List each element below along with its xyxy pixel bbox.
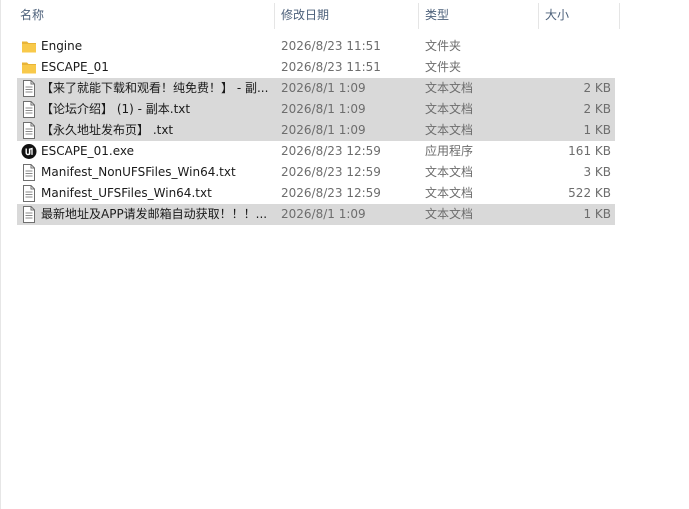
file-name: ESCAPE_01 — [41, 60, 109, 74]
file-type: 文本文档 — [425, 102, 474, 116]
file-type: 文本文档 — [425, 81, 474, 95]
file-row[interactable]: ESCAPE_01.exe 2026/8/23 12:59 应用程序 161 KB — [0, 141, 620, 162]
column-header-name[interactable]: 名称 ^ — [14, 0, 275, 31]
file-modified-date: 2026/8/23 12:59 — [281, 165, 381, 179]
file-type: 文本文档 — [425, 186, 474, 200]
file-size: 2 KB — [583, 81, 611, 95]
file-modified-date: 2026/8/23 11:51 — [281, 39, 381, 53]
column-header-date-label: 修改日期 — [281, 8, 330, 22]
column-header-type[interactable]: 类型 — [419, 0, 539, 31]
file-size: 522 KB — [568, 186, 611, 200]
unreal-engine-icon — [21, 143, 37, 160]
folder-icon — [21, 59, 37, 76]
file-size: 2 KB — [583, 102, 611, 116]
file-row[interactable]: ESCAPE_01 2026/8/23 11:51 文件夹 — [0, 57, 620, 78]
file-size: 161 KB — [568, 144, 611, 158]
sort-ascending-icon: ^ — [140, 0, 150, 7]
file-modified-date: 2026/8/1 1:09 — [281, 123, 366, 137]
file-type: 应用程序 — [425, 144, 474, 158]
file-row[interactable]: 【来了就能下载和观看！纯免费！】 - 副... 2026/8/1 1:09 文本文档… — [0, 78, 620, 99]
column-header-size[interactable]: 大小 — [539, 0, 620, 31]
column-divider[interactable] — [619, 3, 620, 29]
file-modified-date: 2026/8/23 12:59 — [281, 186, 381, 200]
file-size: 3 KB — [583, 165, 611, 179]
column-header-date[interactable]: 修改日期 — [275, 0, 419, 31]
file-size: 1 KB — [583, 123, 611, 137]
file-modified-date: 2026/8/23 11:51 — [281, 60, 381, 74]
folder-icon — [21, 38, 37, 55]
text-file-icon — [21, 185, 37, 202]
file-name: Manifest_NonUFSFiles_Win64.txt — [41, 165, 236, 179]
file-name: 【永久地址发布页】 .txt — [41, 123, 174, 137]
file-row[interactable]: 【永久地址发布页】 .txt 2026/8/1 1:09 文本文档 1 KB — [0, 120, 620, 141]
file-name: 最新地址及APP请发邮箱自动获取！！！... — [41, 207, 268, 221]
column-header-type-label: 类型 — [425, 8, 450, 22]
text-file-icon — [21, 101, 37, 118]
column-header-name-label: 名称 — [20, 8, 45, 22]
column-header-bar: 名称 ^ 修改日期 类型 大小 — [0, 0, 620, 31]
file-type: 文本文档 — [425, 207, 474, 221]
file-size — [540, 57, 611, 78]
file-row[interactable]: Engine 2026/8/23 11:51 文件夹 — [0, 36, 620, 57]
file-row[interactable]: Manifest_UFSFiles_Win64.txt 2026/8/23 12:… — [0, 183, 620, 204]
text-file-icon — [21, 206, 37, 223]
file-type: 文本文档 — [425, 123, 474, 137]
file-name: 【论坛介绍】 (1) - 副本.txt — [41, 102, 191, 116]
text-file-icon — [21, 80, 37, 97]
file-row[interactable]: Manifest_NonUFSFiles_Win64.txt 2026/8/23 … — [0, 162, 620, 183]
file-type: 文本文档 — [425, 165, 474, 179]
text-file-icon — [21, 122, 37, 139]
file-size: 1 KB — [583, 207, 611, 221]
file-type: 文件夹 — [425, 39, 462, 53]
file-modified-date: 2026/8/1 1:09 — [281, 102, 366, 116]
file-modified-date: 2026/8/23 12:59 — [281, 144, 381, 158]
file-modified-date: 2026/8/1 1:09 — [281, 207, 366, 221]
file-size — [540, 36, 611, 57]
text-file-icon — [21, 164, 37, 181]
file-type: 文件夹 — [425, 60, 462, 74]
file-name: 【来了就能下载和观看！纯免费！】 - 副... — [41, 81, 269, 95]
file-row[interactable]: 最新地址及APP请发邮箱自动获取！！！... 2026/8/1 1:09 文本文档 1… — [0, 204, 620, 225]
file-modified-date: 2026/8/1 1:09 — [281, 81, 366, 95]
file-name: ESCAPE_01.exe — [41, 144, 134, 158]
file-explorer-view: 名称 ^ 修改日期 类型 大小 Engine 2026/8/23 11:51 文件夹… — [0, 0, 689, 509]
file-list: Engine 2026/8/23 11:51 文件夹 ESCAPE_01 2026/8/… — [0, 36, 620, 225]
file-name: Engine — [41, 39, 83, 53]
file-row[interactable]: 【论坛介绍】 (1) - 副本.txt 2026/8/1 1:09 文本文档 2 KB — [0, 99, 620, 120]
file-name: Manifest_UFSFiles_Win64.txt — [41, 186, 212, 200]
column-header-size-label: 大小 — [545, 8, 570, 22]
